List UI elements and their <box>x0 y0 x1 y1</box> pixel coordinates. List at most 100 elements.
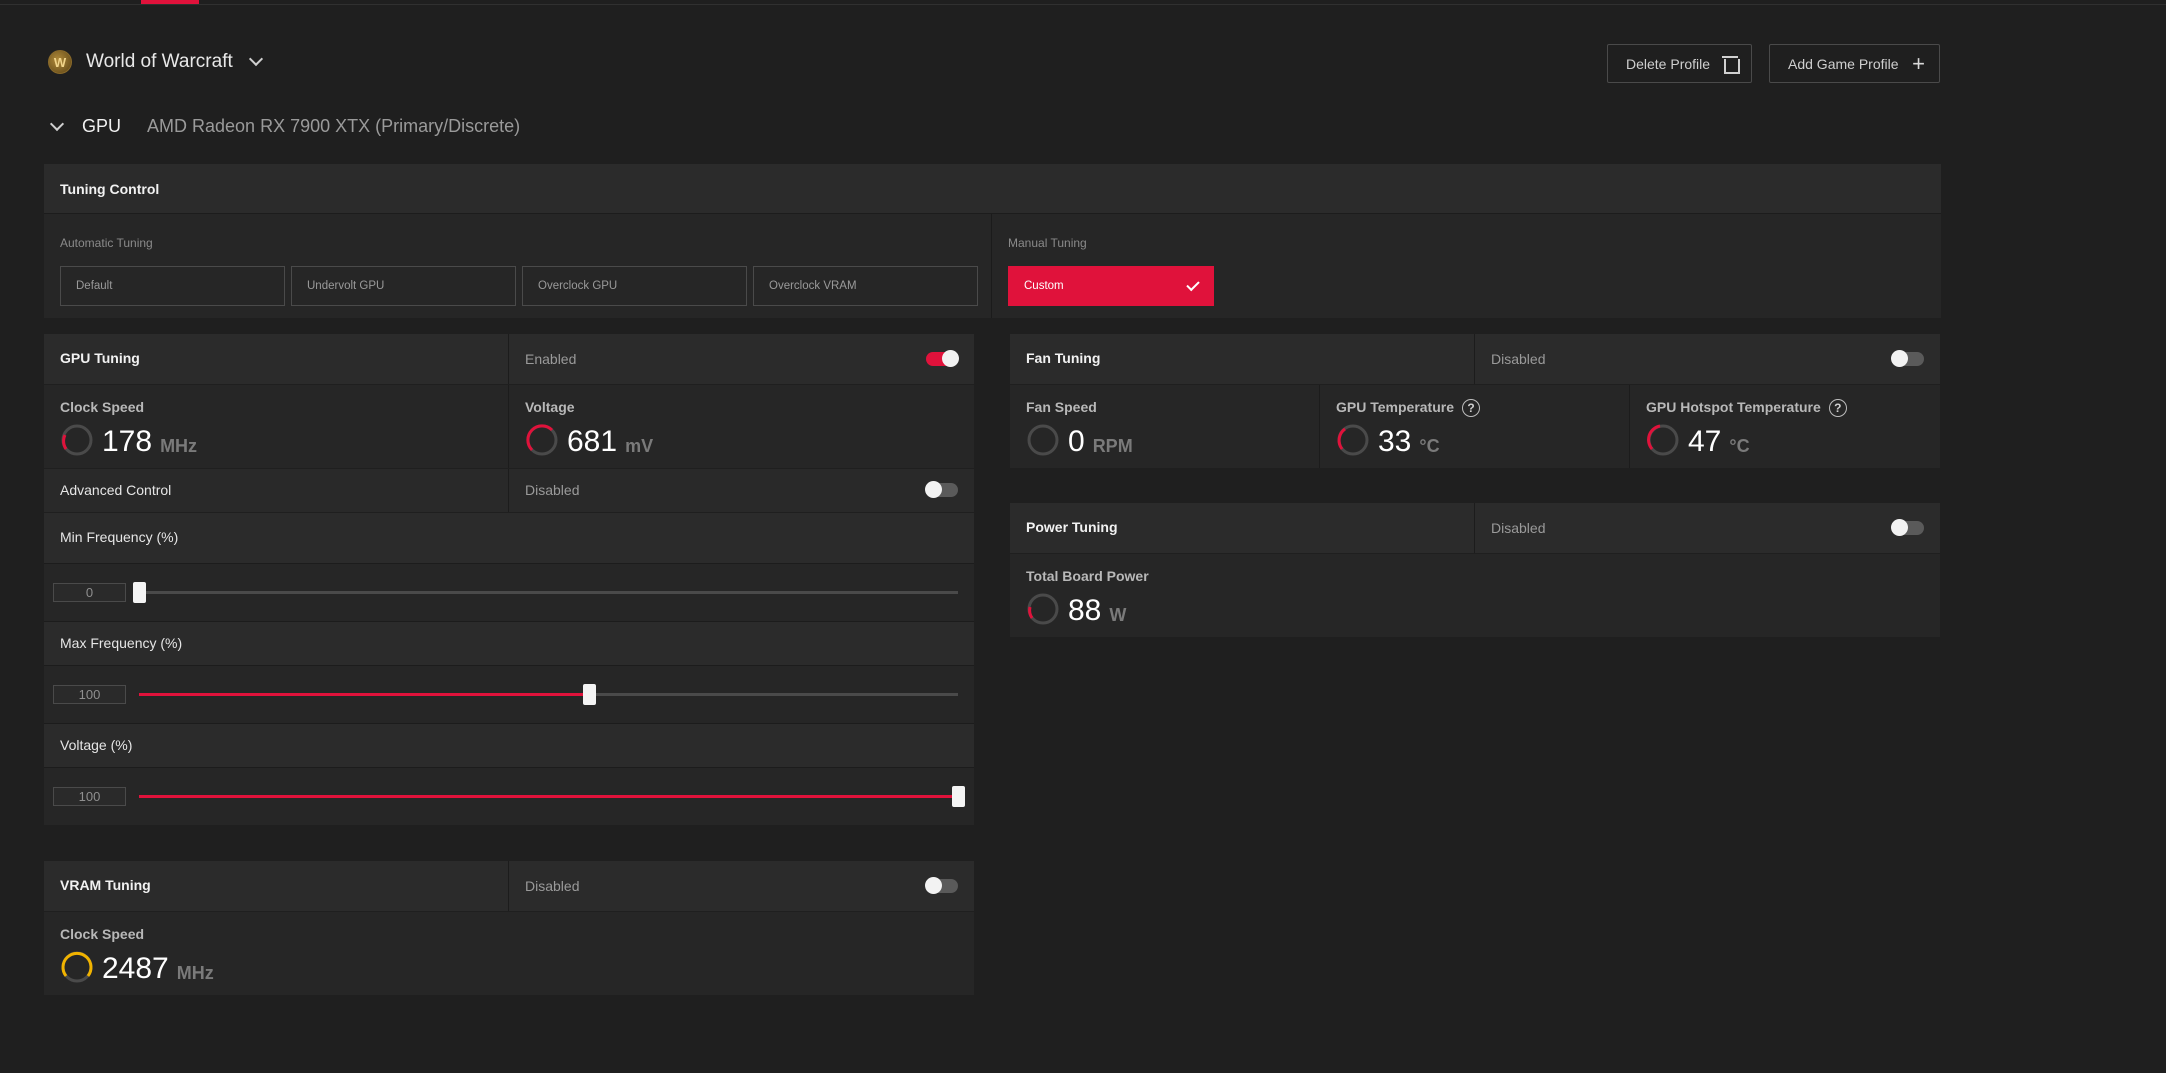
vram-clock-stat: Clock Speed 2487 MHz <box>44 912 974 995</box>
game-profile-selector[interactable]: W World of Warcraft <box>48 50 263 74</box>
automatic-tuning-label: Automatic Tuning <box>60 236 153 250</box>
min-frequency-input[interactable]: 0 <box>53 583 126 602</box>
vram-clock-gauge-icon <box>61 951 93 983</box>
clock-speed-value: 178 <box>102 425 153 458</box>
max-frequency-slider[interactable] <box>139 684 958 705</box>
vram-tuning-title: VRAM Tuning <box>60 877 151 893</box>
voltage-stat: Voltage 681 mV <box>509 385 974 468</box>
hotspot-temperature-label: GPU Hotspot Temperature <box>1646 399 1821 415</box>
preset-undervolt-button[interactable]: Undervolt GPU <box>291 266 516 306</box>
max-frequency-thumb[interactable] <box>583 684 597 705</box>
min-frequency-thumb[interactable] <box>133 582 146 603</box>
fan-tuning-status: Disabled <box>1491 351 1546 367</box>
power-tuning-status: Disabled <box>1491 520 1546 536</box>
hotspot-temperature-stat: GPU Hotspot Temperature? 47 °C <box>1630 385 1940 468</box>
vram-clock-unit: MHz <box>176 963 214 983</box>
vram-tuning-toggle[interactable] <box>925 877 958 894</box>
voltage-percent-slider[interactable] <box>139 786 965 807</box>
clock-speed-stat: Clock Speed 178 MHz <box>44 385 509 468</box>
game-name: World of Warcraft <box>86 51 233 72</box>
vram-clock-label: Clock Speed <box>60 926 145 942</box>
fan-stats-row: Fan Speed 0 RPM GPU Temperature? 33 °C G… <box>1010 385 1940 468</box>
collapse-chevron-icon[interactable] <box>49 116 65 131</box>
hotspot-temperature-unit: °C <box>1729 436 1750 456</box>
gpu-section-header: GPU AMD Radeon RX 7900 XTX (Primary/Disc… <box>49 116 521 137</box>
tuning-control-title: Tuning Control <box>44 164 1941 214</box>
help-icon[interactable]: ? <box>1462 399 1480 418</box>
hotspot-temperature-value: 47 <box>1688 425 1722 458</box>
gpu-label: GPU <box>82 116 122 136</box>
clock-speed-gauge-icon <box>61 424 93 456</box>
add-game-profile-label: Add Game Profile <box>1788 55 1899 72</box>
game-logo-icon: W <box>48 50 72 74</box>
delete-profile-button[interactable]: Delete Profile <box>1607 44 1752 83</box>
voltage-value: 681 <box>567 425 618 458</box>
voltage-unit: mV <box>625 436 654 456</box>
max-frequency-label: Max Frequency (%) <box>60 635 183 651</box>
vram-tuning-header: VRAM Tuning Disabled <box>44 861 974 911</box>
board-power-value: 88 <box>1068 594 1102 627</box>
gpu-tuning-header: GPU Tuning Enabled <box>44 334 974 384</box>
trash-icon <box>1722 55 1740 74</box>
top-tab-bar <box>0 0 2166 5</box>
fan-speed-value: 0 <box>1068 425 1085 458</box>
preset-custom-button[interactable]: Custom <box>1008 266 1214 306</box>
voltage-gauge-icon <box>526 424 558 456</box>
manual-tuning-label: Manual Tuning <box>1008 236 1087 250</box>
power-tuning-title: Power Tuning <box>1026 519 1118 535</box>
fan-tuning-title: Fan Tuning <box>1026 350 1101 366</box>
advanced-control-toggle[interactable] <box>925 481 958 498</box>
fan-speed-gauge-icon <box>1027 424 1059 456</box>
gpu-tuning-title: GPU Tuning <box>60 350 140 366</box>
fan-tuning-header: Fan Tuning Disabled <box>1010 334 1940 384</box>
gpu-temperature-stat: GPU Temperature? 33 °C <box>1320 385 1630 468</box>
clock-speed-unit: MHz <box>160 436 198 456</box>
gpu-temperature-value: 33 <box>1378 425 1412 458</box>
advanced-control-label: Advanced Control <box>60 482 172 498</box>
gpu-tuning-status: Enabled <box>525 351 577 367</box>
preset-custom-label: Custom <box>1024 280 1064 292</box>
voltage-label: Voltage <box>525 399 575 415</box>
chevron-down-icon <box>248 51 263 67</box>
min-frequency-slider[interactable] <box>133 582 958 603</box>
gpu-temperature-label: GPU Temperature <box>1336 399 1454 415</box>
vram-clock-value: 2487 <box>102 952 169 985</box>
preset-default-button[interactable]: Default <box>60 266 285 306</box>
gpu-stats-row: Clock Speed 178 MHz Voltage 681 mV <box>44 385 974 468</box>
board-power-unit: W <box>1109 605 1127 625</box>
power-tuning-toggle[interactable] <box>1891 519 1924 536</box>
manual-tuning-section: Manual Tuning Custom <box>992 214 1941 318</box>
voltage-percent-label: Voltage (%) <box>60 737 133 753</box>
board-power-label: Total Board Power <box>1026 568 1149 584</box>
fan-speed-stat: Fan Speed 0 RPM <box>1010 385 1320 468</box>
fan-tuning-toggle[interactable] <box>1891 350 1924 367</box>
gpu-temperature-unit: °C <box>1419 436 1440 456</box>
active-tab-indicator <box>141 0 199 4</box>
clock-speed-label: Clock Speed <box>60 399 145 415</box>
voltage-percent-input[interactable]: 100 <box>53 787 126 806</box>
gpu-temperature-gauge-icon <box>1337 424 1369 456</box>
voltage-percent-thumb[interactable] <box>952 786 965 807</box>
automatic-tuning-section: Automatic Tuning Default Undervolt GPU O… <box>44 214 992 318</box>
power-tuning-header: Power Tuning Disabled <box>1010 503 1940 553</box>
frequency-sliders-panel: Min Frequency (%) 0 Max Frequency (%) 10… <box>44 513 974 825</box>
preset-overclock-gpu-button[interactable]: Overclock GPU <box>522 266 747 306</box>
tuning-control-panel: Tuning Control Automatic Tuning Default … <box>44 164 1941 318</box>
hotspot-temperature-gauge-icon <box>1647 424 1679 456</box>
preset-overclock-vram-button[interactable]: Overclock VRAM <box>753 266 978 306</box>
board-power-stat: Total Board Power 88 W <box>1010 554 1940 637</box>
fan-speed-unit: RPM <box>1092 436 1133 456</box>
max-frequency-input[interactable]: 100 <box>53 685 126 704</box>
fan-speed-label: Fan Speed <box>1026 399 1097 415</box>
gpu-tuning-toggle[interactable] <box>926 350 959 367</box>
help-icon[interactable]: ? <box>1828 399 1847 418</box>
min-frequency-label: Min Frequency (%) <box>60 529 179 545</box>
delete-profile-label: Delete Profile <box>1626 55 1711 72</box>
add-game-profile-button[interactable]: Add Game Profile + <box>1769 44 1940 83</box>
plus-icon: + <box>1912 50 1925 76</box>
gpu-device-name: AMD Radeon RX 7900 XTX (Primary/Discrete… <box>147 116 521 136</box>
advanced-control-row: Advanced Control Disabled <box>44 469 974 512</box>
checkmark-icon <box>1186 277 1200 292</box>
advanced-control-status: Disabled <box>525 482 580 498</box>
vram-tuning-status: Disabled <box>525 878 580 894</box>
